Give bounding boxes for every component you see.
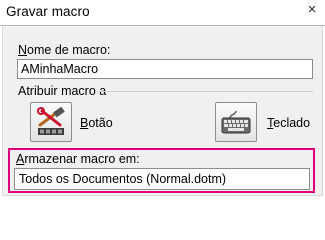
store-macro-label: Armazenar macro em:	[16, 152, 140, 166]
hammer-wrench-icon	[37, 107, 65, 135]
keyboard-label-rest: eclado	[273, 116, 311, 130]
dialog-title: Gravar macro	[6, 4, 90, 19]
assign-to-keyboard-button[interactable]	[215, 102, 257, 142]
macro-name-label-accesskey: N	[18, 43, 28, 57]
keyboard-icon	[221, 110, 251, 134]
macro-name-label-rest: ome de macro:	[27, 43, 111, 57]
close-icon[interactable]: ×	[305, 2, 319, 18]
assign-to-keyboard-label: Teclado	[267, 116, 310, 130]
record-macro-dialog: Gravar macro × Nome de macro: AMinhaMacr…	[0, 0, 325, 200]
assign-to-button-label: Botão	[80, 116, 113, 130]
macro-name-label: Nome de macro:	[18, 43, 110, 57]
macro-name-input[interactable]: AMinhaMacro	[17, 59, 313, 79]
store-macro-label-rest: rmazenar macro em:	[24, 152, 140, 166]
button-label-rest: otão	[88, 116, 113, 130]
assign-to-button-button[interactable]	[30, 102, 72, 142]
assign-group-line	[97, 91, 313, 92]
store-macro-select[interactable]: Todos os Documentos (Normal.dotm)	[14, 168, 310, 190]
assign-macro-label: Atribuir macro a	[18, 84, 107, 98]
